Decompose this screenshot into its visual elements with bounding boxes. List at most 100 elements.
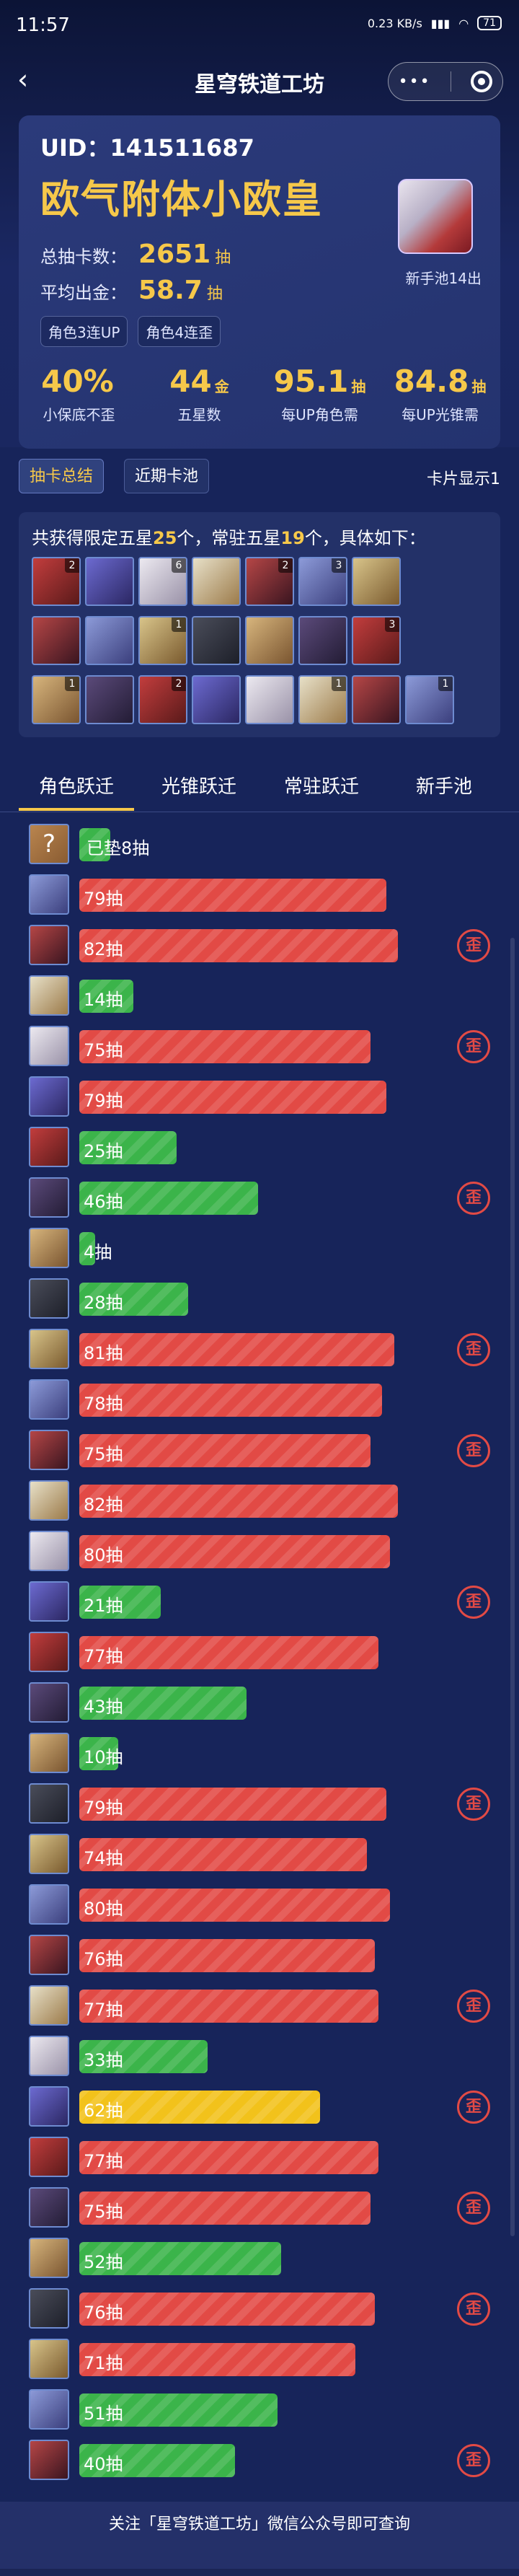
character-avatar bbox=[29, 2389, 69, 2430]
character-avatar bbox=[29, 1076, 69, 1117]
character-avatar bbox=[29, 1733, 69, 1773]
pull-count-bar: 79抽 bbox=[79, 1081, 386, 1114]
character-thumbnail: 1 bbox=[138, 616, 187, 665]
character-avatar bbox=[29, 2440, 69, 2480]
pull-row: 62抽 歪 bbox=[29, 2085, 490, 2129]
pull-row: 76抽 bbox=[29, 1933, 490, 1978]
character-avatar bbox=[29, 975, 69, 1016]
pull-row: 76抽 歪 bbox=[29, 2287, 490, 2331]
profile-card: UID：141511687 欧气附体小欧皇 总抽卡数： 2651 抽 平均出金： 58… bbox=[19, 115, 500, 449]
pull-count-label: 79抽 bbox=[84, 1798, 123, 1818]
tab-recent-pools[interactable]: 近期卡池 bbox=[124, 459, 210, 493]
pull-row: 14抽 bbox=[29, 974, 490, 1019]
pull-count-label: 4抽 bbox=[84, 1242, 112, 1262]
metric-value: 40% bbox=[41, 364, 114, 399]
missed-5050-badge: 歪 bbox=[457, 1434, 490, 1467]
total-pulls-unit: 抽 bbox=[215, 249, 231, 267]
metric-value: 84.8 bbox=[394, 364, 469, 399]
close-miniprogram-icon[interactable] bbox=[471, 71, 493, 92]
total-pulls: 总抽卡数： 2651 抽 bbox=[40, 239, 231, 269]
avg-pulls-label: 平均出金： bbox=[40, 283, 127, 303]
pull-count-bar: 77抽 bbox=[79, 2141, 378, 2174]
pull-row: 74抽 bbox=[29, 1832, 490, 1877]
avg-pulls-unit: 抽 bbox=[206, 285, 223, 303]
pull-count-bar: 62抽 bbox=[79, 2091, 320, 2124]
pull-count-bar: 21抽 bbox=[79, 1586, 161, 1619]
character-thumbnail bbox=[192, 675, 241, 724]
metric-five-star-count: 44 金 五星数 bbox=[139, 364, 260, 424]
character-thumbnail: 2 bbox=[32, 557, 81, 606]
status-icons: 0.23 KB/s ▮▮▮ ◠ 71 bbox=[368, 16, 502, 30]
pull-count-label: 82抽 bbox=[84, 1495, 123, 1515]
pull-row: 82抽 歪 bbox=[29, 923, 490, 968]
missed-5050-badge: 歪 bbox=[457, 1990, 490, 2023]
character-thumbnail: 3 bbox=[352, 616, 401, 665]
metric-label: 小保底不歪 bbox=[43, 406, 115, 423]
tab-beginner-warp[interactable]: 新手池 bbox=[379, 772, 509, 799]
pull-count-bar: 82抽 bbox=[79, 929, 398, 962]
pull-row: 82抽 bbox=[29, 1479, 490, 1524]
pull-count-bar: 71抽 bbox=[79, 2343, 355, 2376]
character-thumbnail bbox=[85, 616, 134, 665]
battery-icon: 71 bbox=[477, 16, 502, 30]
constellation-badge: 1 bbox=[438, 677, 453, 691]
pull-count-label: 82抽 bbox=[84, 939, 123, 959]
five-star-summary-text: 共获得限定五星25个，常驻五星19个，具体如下： bbox=[32, 524, 426, 549]
pull-count-bar: 79抽 bbox=[79, 879, 386, 912]
pull-count-label: 76抽 bbox=[84, 2303, 123, 2323]
scrollbar[interactable] bbox=[510, 938, 515, 2236]
metrics-row: 40% 小保底不歪 44 金 五星数 95.1 抽 每UP角色需 84.8 抽 每UP… bbox=[19, 364, 500, 424]
metric-label: 五星数 bbox=[177, 406, 221, 423]
more-button[interactable]: ••• bbox=[399, 73, 431, 91]
pull-count-bar: 75抽 bbox=[79, 1030, 371, 1063]
pull-count-bar: 4抽 bbox=[79, 1232, 112, 1265]
pull-count-bar: 77抽 bbox=[79, 1636, 378, 1669]
pull-row: 78抽 bbox=[29, 1378, 490, 1423]
metric-label: 每UP角色需 bbox=[281, 406, 358, 423]
pull-row: 52抽 bbox=[29, 2236, 490, 2281]
pull-count-bar: 74抽 bbox=[79, 1838, 367, 1871]
character-thumbnail bbox=[192, 557, 241, 606]
tab-character-warp[interactable]: 角色跃迁 bbox=[12, 772, 141, 799]
character-thumbnail bbox=[85, 675, 134, 724]
total-pulls-label: 总抽卡数： bbox=[40, 247, 127, 267]
pull-row: 81抽 歪 bbox=[29, 1327, 490, 1372]
pull-count-label: 40抽 bbox=[84, 2454, 123, 2474]
pull-count-bar: 40抽 bbox=[79, 2444, 235, 2477]
character-avatar bbox=[29, 1228, 69, 1268]
pull-count-bar: 28抽 bbox=[79, 1283, 188, 1316]
pull-row: 75抽 歪 bbox=[29, 1428, 490, 1473]
character-avatar bbox=[29, 1329, 69, 1369]
character-avatar bbox=[29, 1682, 69, 1723]
footer-bar bbox=[0, 2569, 519, 2576]
pull-count-bar: 75抽 bbox=[79, 2192, 371, 2225]
card-display-toggle[interactable]: 卡片显示1 bbox=[427, 466, 500, 489]
avg-pulls-value: 58.7 bbox=[138, 276, 203, 305]
character-avatar bbox=[29, 1985, 69, 2026]
pull-count-label: 79抽 bbox=[84, 889, 123, 909]
character-avatar bbox=[29, 925, 69, 965]
pull-row: 33抽 bbox=[29, 2034, 490, 2079]
character-avatar bbox=[29, 1278, 69, 1319]
character-avatar bbox=[29, 2086, 69, 2127]
avatar bbox=[398, 179, 473, 254]
tab-standard-warp[interactable]: 常驻跃迁 bbox=[257, 772, 386, 799]
character-thumbnail bbox=[298, 616, 347, 665]
metric-value: 95.1 bbox=[273, 364, 349, 399]
character-avatar bbox=[29, 1430, 69, 1470]
pull-count-bar: 51抽 bbox=[79, 2393, 278, 2427]
pull-count-bar: 76抽 bbox=[79, 2293, 375, 2326]
standard-count: 19 bbox=[280, 528, 305, 548]
tab-lightcone-warp[interactable]: 光锥跃迁 bbox=[134, 772, 264, 799]
pull-count-label: 46抽 bbox=[84, 1192, 123, 1212]
pull-count-label: 43抽 bbox=[84, 1697, 123, 1717]
pull-row: 75抽 歪 bbox=[29, 2186, 490, 2230]
pull-row: 40抽 歪 bbox=[29, 2438, 490, 2483]
constellation-badge: 2 bbox=[65, 558, 79, 573]
tab-summary[interactable]: 抽卡总结 bbox=[19, 459, 105, 493]
pull-row: 77抽 bbox=[29, 2135, 490, 2180]
character-avatar bbox=[29, 2339, 69, 2379]
missed-5050-badge: 歪 bbox=[457, 1030, 490, 1063]
constellation-badge: 1 bbox=[332, 677, 346, 691]
summary-tabs: 抽卡总结 近期卡池 卡片显示1 bbox=[19, 459, 500, 495]
